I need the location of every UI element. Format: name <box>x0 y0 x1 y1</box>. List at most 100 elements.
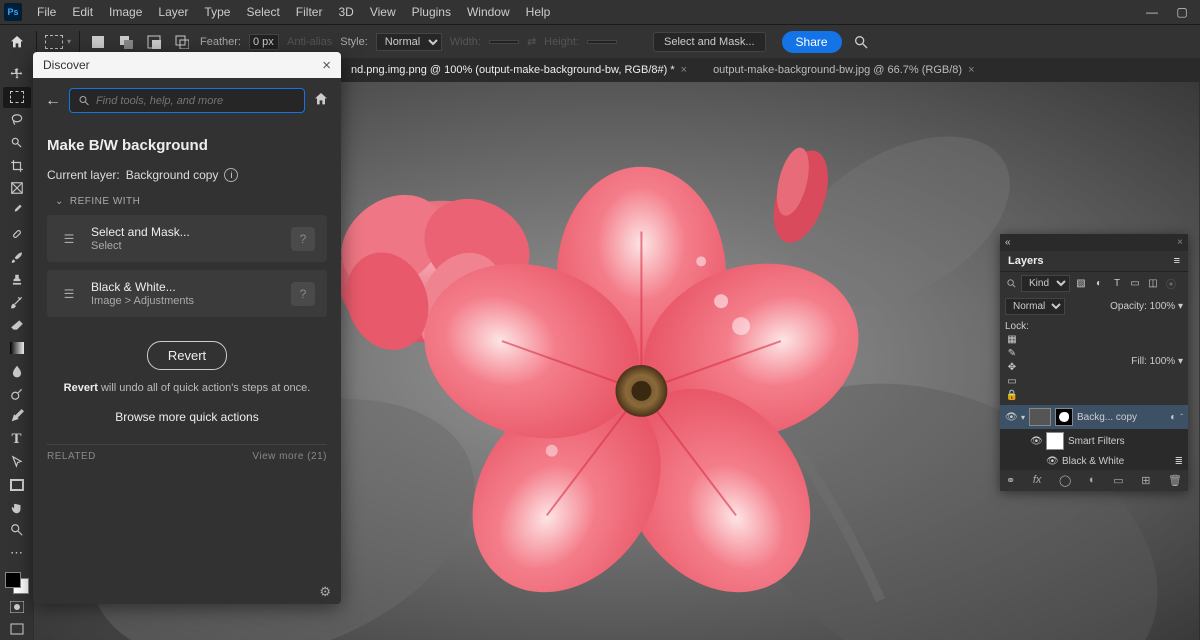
filter-smart-icon[interactable]: ◫ <box>1146 277 1160 291</box>
lock-trans-icon[interactable]: ▦ <box>1005 332 1019 346</box>
filter-toggle-icon[interactable]: ⦿ <box>1164 277 1178 291</box>
tab-doc-2[interactable]: output-make-background-bw.jpg @ 66.7% (R… <box>705 61 982 79</box>
gradient-tool-icon[interactable] <box>3 338 31 359</box>
panel-menu-icon[interactable]: ≡ <box>1174 255 1180 267</box>
menu-edit[interactable]: Edit <box>65 2 100 22</box>
blend-mode-select[interactable]: Normal <box>1005 298 1065 315</box>
tool-dropdown-icon[interactable]: ▾ <box>67 37 71 46</box>
filter-kind-select[interactable]: Kind <box>1021 275 1070 292</box>
filter-adjust-icon[interactable]: ◐ <box>1092 277 1106 291</box>
chevron-down-icon[interactable]: ▾ <box>1178 356 1183 367</box>
marquee-tool-icon[interactable] <box>3 87 31 108</box>
layer-row[interactable]: 👁 ▾ Backg... copy ◐ ˆ <box>1000 405 1188 429</box>
trash-icon[interactable]: 🗑 <box>1168 474 1182 487</box>
menu-file[interactable]: File <box>30 2 63 22</box>
visibility-icon[interactable]: 👁 <box>1046 456 1058 467</box>
link-icon[interactable]: ⚭ <box>1006 474 1015 487</box>
filter-mask[interactable] <box>1046 432 1064 450</box>
brush-tool-icon[interactable] <box>3 246 31 267</box>
stamp-tool-icon[interactable] <box>3 269 31 290</box>
refine-card-select-mask[interactable]: ☰ Select and Mask...Select ? <box>47 215 327 262</box>
pen-tool-icon[interactable] <box>3 406 31 427</box>
filter-type-icon[interactable]: T <box>1110 277 1124 291</box>
menu-select[interactable]: Select <box>239 2 286 22</box>
visibility-icon[interactable]: 👁 <box>1030 436 1042 447</box>
help-icon[interactable]: ? <box>291 282 315 306</box>
hand-tool-icon[interactable] <box>3 497 31 518</box>
chevron-down-icon[interactable]: ▾ <box>1178 301 1183 312</box>
share-button[interactable]: Share <box>782 31 842 53</box>
menu-filter[interactable]: Filter <box>289 2 330 22</box>
help-icon[interactable]: ? <box>291 227 315 251</box>
lock-artb-icon[interactable]: ▭ <box>1005 374 1019 388</box>
close-icon[interactable]: × <box>968 64 974 76</box>
select-and-mask-button[interactable]: Select and Mask... <box>653 32 766 52</box>
home-icon[interactable] <box>313 91 329 111</box>
lock-all-icon[interactable]: 🔒 <box>1005 388 1019 402</box>
eyedropper-tool-icon[interactable] <box>3 201 31 222</box>
layer-thumb[interactable] <box>1029 408 1051 426</box>
screenmode-icon[interactable] <box>3 619 31 640</box>
close-icon[interactable]: × <box>1177 237 1183 248</box>
sel-add-icon[interactable] <box>116 33 136 51</box>
sel-subtract-icon[interactable] <box>144 33 164 51</box>
eraser-tool-icon[interactable] <box>3 315 31 336</box>
quickmask-icon[interactable] <box>3 596 31 617</box>
sel-new-icon[interactable] <box>88 33 108 51</box>
search-field[interactable] <box>96 95 296 107</box>
search-input[interactable] <box>69 88 305 113</box>
fx-icon[interactable]: fx <box>1033 474 1042 487</box>
new-layer-icon[interactable]: ⊞ <box>1141 474 1150 487</box>
collapse-icon[interactable]: « <box>1005 237 1011 248</box>
revert-button[interactable]: Revert <box>147 341 227 370</box>
crop-tool-icon[interactable] <box>3 155 31 176</box>
layers-tab[interactable]: Layers <box>1008 255 1043 267</box>
home-icon[interactable] <box>6 31 28 53</box>
opacity-value[interactable]: 100% <box>1150 301 1176 312</box>
type-tool-icon[interactable]: T <box>3 429 31 450</box>
search-icon[interactable] <box>850 31 872 53</box>
marquee-tool-icon[interactable] <box>45 35 63 49</box>
gear-icon[interactable]: ⚙ <box>319 584 331 600</box>
dodge-tool-icon[interactable] <box>3 383 31 404</box>
move-tool-icon[interactable] <box>3 64 31 85</box>
menu-layer[interactable]: Layer <box>151 2 195 22</box>
layer-name[interactable]: Black & White <box>1062 456 1171 467</box>
group-icon[interactable]: ▭ <box>1113 474 1123 487</box>
layer-row[interactable]: 👁 Smart Filters <box>1000 429 1188 453</box>
tab-doc-1[interactable]: nd.png.img.png @ 100% (output-make-backg… <box>343 61 695 79</box>
minimize-icon[interactable]: — <box>1138 2 1166 22</box>
expand-icon[interactable]: ▾ <box>1021 413 1025 422</box>
menu-type[interactable]: Type <box>197 2 237 22</box>
layer-name[interactable]: Backg... copy <box>1077 412 1166 423</box>
maximize-icon[interactable]: ▢ <box>1168 2 1196 22</box>
filter-pixel-icon[interactable]: ▧ <box>1074 277 1088 291</box>
menu-window[interactable]: Window <box>460 2 517 22</box>
color-swatch[interactable] <box>5 572 29 595</box>
shape-tool-icon[interactable] <box>3 474 31 495</box>
filter-shape-icon[interactable]: ▭ <box>1128 277 1142 291</box>
fill-value[interactable]: 100% <box>1150 356 1176 367</box>
close-icon[interactable]: × <box>322 57 331 74</box>
lock-paint-icon[interactable]: ✎ <box>1005 346 1019 360</box>
lasso-tool-icon[interactable] <box>3 110 31 131</box>
feather-field[interactable]: 0 px <box>249 34 279 50</box>
filter-options-icon[interactable]: ≣ <box>1175 456 1183 467</box>
close-icon[interactable]: × <box>681 64 687 76</box>
chevron-icon[interactable]: ˆ <box>1180 413 1183 422</box>
mask-icon[interactable]: ◯ <box>1059 474 1071 487</box>
info-icon[interactable]: i <box>224 168 238 182</box>
menu-view[interactable]: View <box>363 2 403 22</box>
menu-help[interactable]: Help <box>519 2 558 22</box>
visibility-icon[interactable]: 👁 <box>1005 412 1017 423</box>
sel-intersect-icon[interactable] <box>172 33 192 51</box>
layer-row[interactable]: 👁 Black & White ≣ <box>1000 453 1188 470</box>
path-select-tool-icon[interactable] <box>3 452 31 473</box>
heal-tool-icon[interactable] <box>3 224 31 245</box>
zoom-tool-icon[interactable] <box>3 520 31 541</box>
quick-select-tool-icon[interactable] <box>3 132 31 153</box>
lock-pos-icon[interactable]: ✥ <box>1005 360 1019 374</box>
style-select[interactable]: Normal <box>376 33 442 51</box>
layer-name[interactable]: Smart Filters <box>1068 436 1183 447</box>
more-tools-icon[interactable]: ⋯ <box>3 543 31 564</box>
